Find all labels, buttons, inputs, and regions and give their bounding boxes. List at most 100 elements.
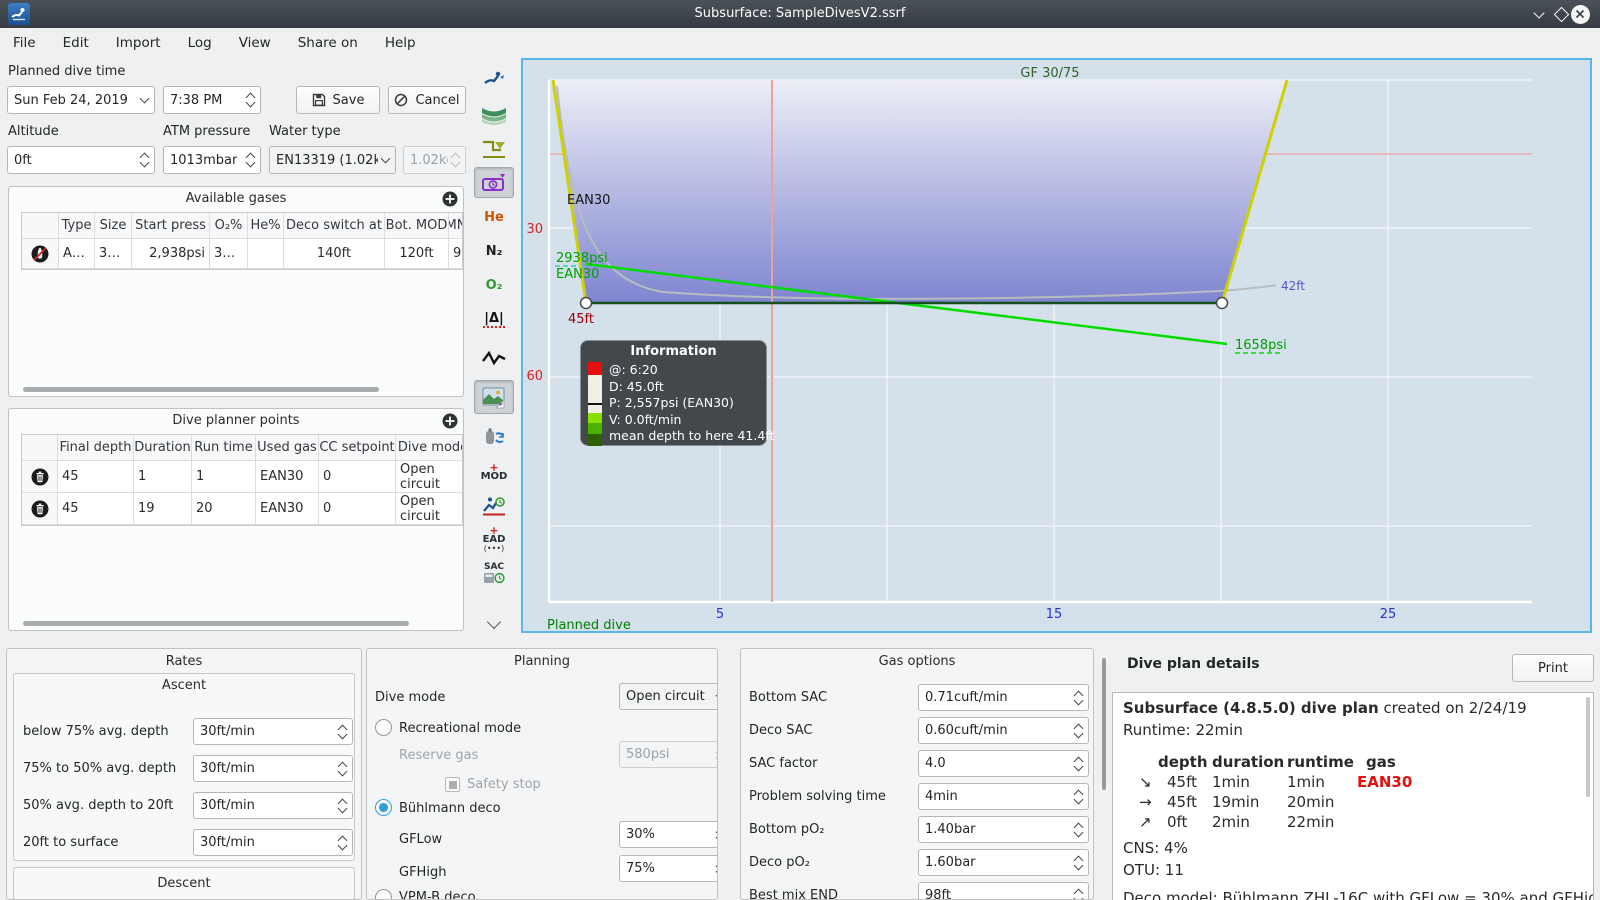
toolbar-dive-profile-button[interactable]: [474, 64, 514, 95]
menu-import[interactable]: Import: [116, 35, 161, 51]
segment-arrow: ↘: [1139, 773, 1152, 791]
available-gases-table: Type Size Start press O₂% He% Deco switc…: [21, 212, 463, 270]
ascent-rate-spinbox[interactable]: 30ft/min: [193, 829, 353, 856]
toolbar-ead-button[interactable]: + EAD (•••): [474, 524, 514, 555]
toolbar-ndl-button[interactable]: [474, 490, 514, 521]
recreational-mode-radio[interactable]: [375, 719, 392, 736]
point-divemode-cell[interactable]: Open circuit: [396, 493, 462, 525]
atm-pressure-spinbox[interactable]: 1013mbar: [163, 146, 261, 174]
altitude-label: Altitude: [8, 124, 59, 139]
cancel-button[interactable]: Cancel: [388, 86, 466, 114]
bottom-po2-spinbox[interactable]: 1.40bar: [918, 816, 1089, 843]
toolbar-he-button[interactable]: He: [474, 202, 514, 233]
menu-edit[interactable]: Edit: [63, 35, 89, 51]
gas-size-cell[interactable]: 3…: [95, 239, 132, 269]
menu-file[interactable]: File: [13, 35, 36, 51]
toolbar-heartrate-button[interactable]: [474, 342, 514, 373]
toolbar-o2-button[interactable]: O₂: [474, 270, 514, 301]
toolbar-ruler-time-button[interactable]: [474, 167, 514, 198]
altitude-spinbox[interactable]: 0ft: [7, 146, 155, 174]
point-setpoint-cell[interactable]: 0: [319, 461, 396, 493]
deco-po2-spinbox[interactable]: 1.60bar: [918, 849, 1089, 876]
point-gas-cell[interactable]: EAN30: [256, 493, 319, 525]
toolbar-photos-button[interactable]: [474, 380, 514, 414]
gas-he-cell[interactable]: [248, 239, 284, 269]
menu-view[interactable]: View: [239, 35, 271, 51]
save-button[interactable]: Save: [296, 86, 380, 114]
point-runtime-cell[interactable]: 20: [192, 493, 256, 525]
tooltip-pressure: P: 2,557psi (EAN30): [609, 395, 734, 411]
dive-mode-combobox[interactable]: Open circuit: [619, 683, 717, 710]
time-tick-15: 15: [1046, 607, 1063, 622]
water-type-combobox[interactable]: EN13319 (1.02k: [269, 146, 396, 174]
planner-points-table: Final depth Duration Run time Used gas C…: [21, 434, 463, 526]
print-button[interactable]: Print: [1512, 654, 1594, 682]
recreational-mode-label: Recreational mode: [399, 721, 522, 736]
point-depth-cell[interactable]: 45: [58, 493, 134, 525]
add-gas-button[interactable]: [442, 191, 458, 207]
minimize-button[interactable]: [1529, 4, 1549, 24]
menu-help[interactable]: Help: [385, 35, 416, 51]
gas-startpress-cell[interactable]: 2,938psi: [132, 239, 210, 269]
sac-factor-spinbox[interactable]: 4.0: [918, 750, 1089, 777]
cancel-icon: [395, 93, 408, 107]
dive-plan-details-title: Dive plan details: [1127, 656, 1260, 672]
point-duration-cell[interactable]: 1: [134, 461, 192, 493]
dive-profile-chart[interactable]: GF 30/75 30 60 5 15 25 EAN30 2938psi EAN…: [521, 58, 1592, 633]
toolbar-scroll-down-button[interactable]: [474, 608, 514, 639]
vpmb-deco-radio[interactable]: [375, 889, 392, 899]
dive-planner-points-panel: Dive planner points Final depth Duration…: [8, 408, 464, 631]
plan-scrollbar[interactable]: [1586, 697, 1590, 797]
ascent-rate-spinbox[interactable]: 30ft/min: [193, 792, 353, 819]
horizontal-scrollbar[interactable]: [23, 621, 409, 626]
remove-cylinder-icon[interactable]: [22, 239, 59, 269]
dive-time-spinbox[interactable]: 7:38 PM: [163, 86, 261, 114]
point-depth-cell[interactable]: 45: [58, 461, 134, 493]
add-point-button[interactable]: [442, 413, 458, 429]
point-gas-cell[interactable]: EAN30: [256, 461, 319, 493]
toolbar-gas-change-button[interactable]: [474, 420, 514, 451]
deco-sac-spinbox[interactable]: 0.60cuft/min: [918, 717, 1089, 744]
toolbar-layers-button[interactable]: [474, 99, 514, 130]
point-divemode-cell[interactable]: Open circuit: [396, 461, 462, 493]
menu-log[interactable]: Log: [188, 35, 212, 51]
maximize-button[interactable]: [1551, 4, 1571, 24]
toolbar-mod-button[interactable]: + MOD: [474, 456, 514, 487]
dive-planner-points-title: Dive planner points: [172, 413, 300, 428]
point-duration-cell[interactable]: 19: [134, 493, 192, 525]
tooltip-depth: D: 45.0ft: [609, 378, 664, 394]
best-mix-end-spinbox[interactable]: 98ft: [918, 882, 1089, 899]
horizontal-scrollbar[interactable]: [23, 387, 379, 392]
profile-handle[interactable]: [579, 296, 593, 310]
gflow-spinbox[interactable]: 30%: [619, 821, 717, 848]
buhlmann-deco-radio[interactable]: [375, 799, 392, 816]
toolbar-ceiling-button[interactable]: [474, 133, 514, 164]
toolbar-sac-button[interactable]: SAC: [474, 558, 514, 589]
toolbar-n2-button[interactable]: N₂: [474, 236, 514, 267]
ascent-rate-spinbox[interactable]: 30ft/min: [193, 755, 353, 782]
close-button[interactable]: [1570, 4, 1590, 24]
delete-point-icon[interactable]: [22, 461, 58, 493]
tooltip-mean-depth: mean depth to here 41.4ft: [609, 428, 775, 444]
ascent-rate-spinbox[interactable]: 30ft/min: [193, 718, 353, 745]
gfhigh-spinbox[interactable]: 75%: [619, 855, 717, 882]
gas-type-cell[interactable]: A…: [59, 239, 95, 269]
point-runtime-cell[interactable]: 1: [192, 461, 256, 493]
gas-decoswitch-cell[interactable]: 140ft: [284, 239, 385, 269]
point-setpoint-cell[interactable]: 0: [319, 493, 396, 525]
gas-mnd-cell[interactable]: 98ft: [449, 239, 462, 269]
gas-o2-cell[interactable]: 3…: [210, 239, 248, 269]
delete-point-icon[interactable]: [22, 493, 58, 525]
profile-handle[interactable]: [1215, 296, 1229, 310]
vertical-scrollbar[interactable]: [1102, 658, 1106, 790]
toolbar-tissue-delta-button[interactable]: |Δ|: [474, 304, 514, 335]
problem-time-spinbox[interactable]: 4min: [918, 783, 1089, 810]
gas-botmod-cell[interactable]: 120ft: [385, 239, 449, 269]
bottom-sac-spinbox[interactable]: 0.71cuft/min: [918, 684, 1089, 711]
start-gas-label: EAN30: [556, 267, 599, 282]
menu-share-on[interactable]: Share on: [298, 35, 358, 51]
dive-date-combobox[interactable]: Sun Feb 24, 2019: [7, 86, 155, 114]
dive-profile-area: [553, 80, 1287, 303]
mean-depth-label: 42ft: [1281, 279, 1305, 293]
window-title: Subsurface: SampleDivesV2.ssrf: [694, 6, 906, 21]
